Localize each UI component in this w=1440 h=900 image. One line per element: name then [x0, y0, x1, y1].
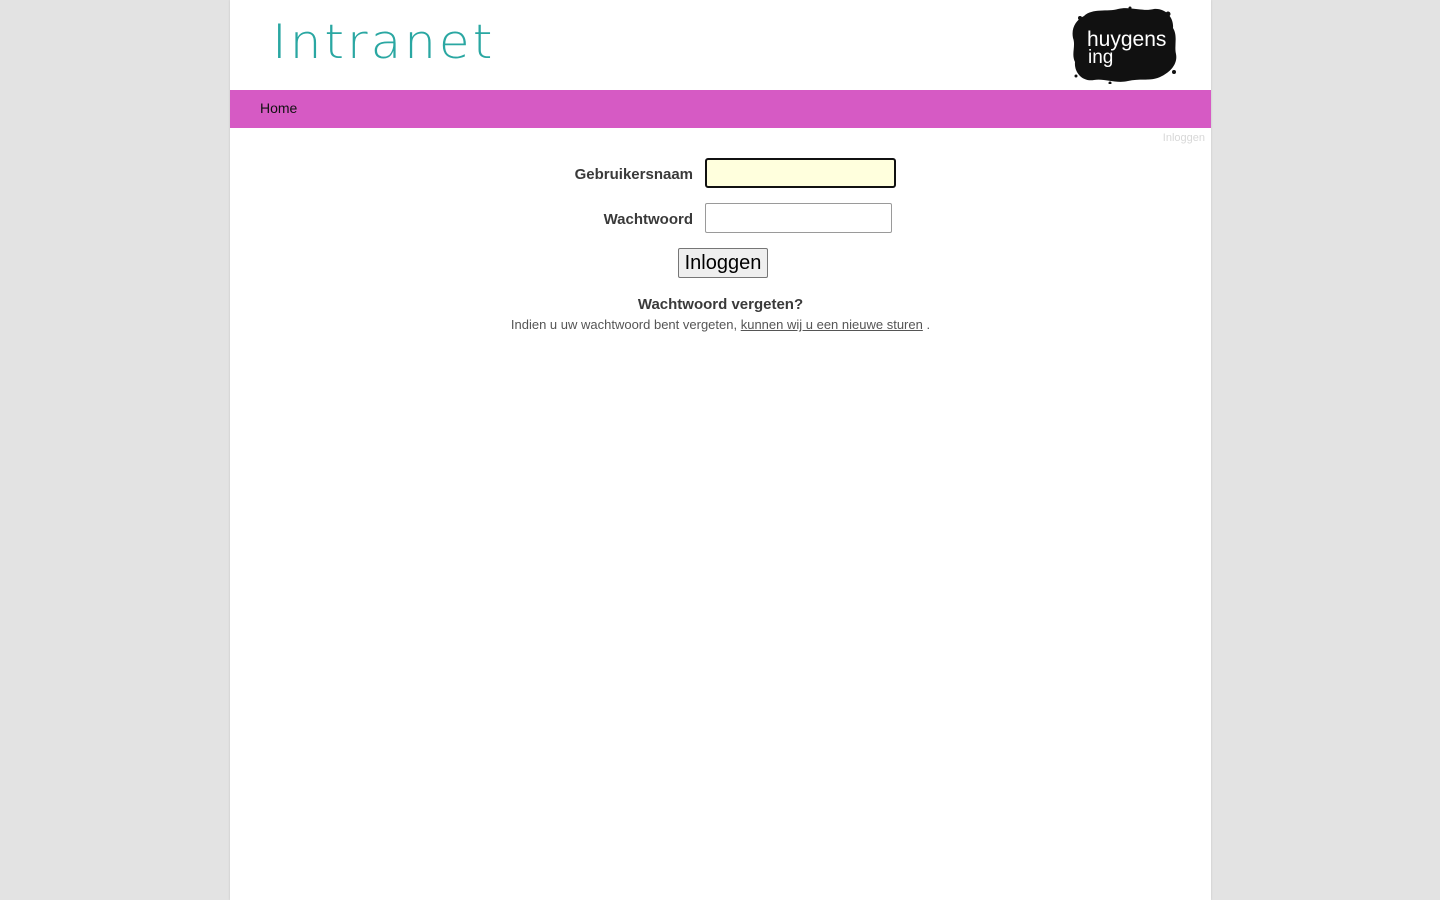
forgot-password-heading: Wachtwoord vergeten?: [637, 296, 804, 313]
reset-password-link[interactable]: kunnen wij u een nieuwe sturen: [741, 317, 923, 332]
top-login-link[interactable]: Inloggen: [1163, 132, 1205, 144]
logo-text-ing: ing: [1088, 47, 1113, 68]
username-input[interactable]: [705, 158, 896, 188]
username-row: Gebruikersnaam: [230, 158, 1211, 190]
forgot-password-text: Indien u uw wachtwoord bent vergeten, ku…: [230, 317, 1211, 332]
forgot-text-after: .: [926, 317, 931, 332]
password-input[interactable]: [705, 203, 892, 233]
username-label: Gebruikersnaam: [574, 166, 693, 183]
huygens-ing-logo: huygens ing: [1072, 6, 1177, 84]
header: Intranet huygens ing: [230, 0, 1211, 90]
forgot-text-before: Indien u uw wachtwoord bent vergeten,: [510, 317, 738, 332]
login-button[interactable]: Inloggen: [678, 248, 768, 278]
password-label: Wachtwoord: [603, 211, 693, 228]
main-navbar: Home: [230, 90, 1211, 128]
site-title: Intranet: [272, 14, 496, 70]
page-container: Intranet huygens ing Home Inloggen Gebru…: [230, 0, 1211, 900]
password-row: Wachtwoord: [230, 203, 1211, 235]
nav-home-link[interactable]: Home: [260, 100, 297, 116]
